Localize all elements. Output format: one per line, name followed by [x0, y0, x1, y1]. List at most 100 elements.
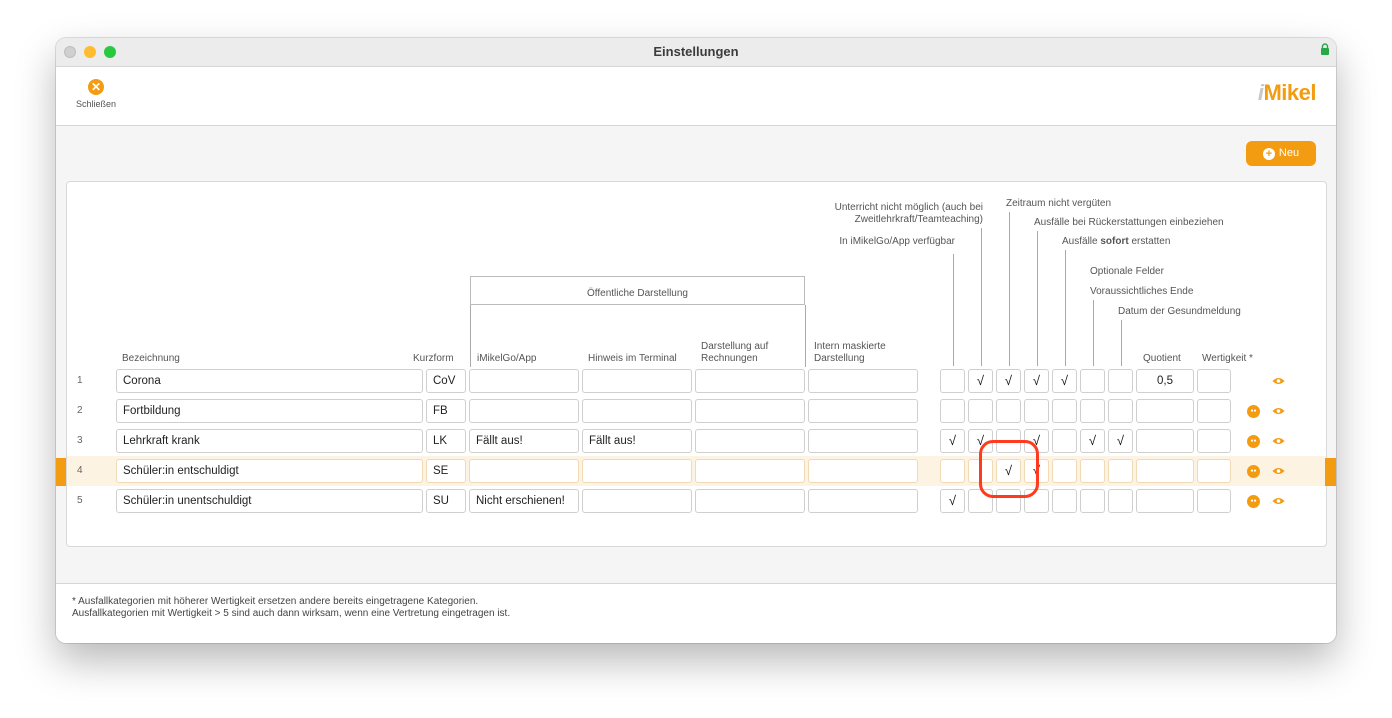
checkbox-sofort-erstatten[interactable] — [1052, 489, 1077, 513]
header-bezeichnung: Bezeichnung — [122, 353, 180, 364]
checkbox-app-available[interactable]: √ — [940, 429, 965, 453]
intern-field[interactable] — [808, 369, 918, 393]
rechnung-field[interactable] — [695, 459, 805, 483]
new-button-label: Neu — [1278, 147, 1300, 159]
header-rechnungen-1: Darstellung auf — [701, 341, 769, 352]
name-field[interactable]: Lehrkraft krank — [116, 429, 423, 453]
quotient-field[interactable]: 0,5 — [1136, 369, 1194, 393]
rechnung-field[interactable] — [695, 399, 805, 423]
checkbox-datum-gesundmeldung[interactable]: √ — [1108, 429, 1133, 453]
intern-field[interactable] — [808, 489, 918, 513]
checkbox-datum-gesundmeldung[interactable] — [1108, 399, 1133, 423]
kurzform-field[interactable]: CoV — [426, 369, 466, 393]
hinweis-field[interactable] — [582, 459, 692, 483]
table-row[interactable]: 1 Corona CoV √ √ √ √ 0,5 — [67, 366, 1326, 396]
header-col-sofort: Ausfälle sofort erstatten — [1062, 236, 1171, 247]
checkbox-sofort-erstatten[interactable] — [1052, 399, 1077, 423]
categories-panel: Öffentliche Darstellung Bezeichnung Kurz… — [66, 181, 1327, 547]
checkbox-rueckerstattungen[interactable]: √ — [1024, 369, 1049, 393]
wertigkeit-field[interactable] — [1197, 429, 1231, 453]
rechnung-field[interactable] — [695, 369, 805, 393]
name-field[interactable]: Schüler:in unentschuldigt — [116, 489, 423, 513]
checkbox-voraussichtliches-ende[interactable] — [1080, 489, 1105, 513]
imikelgo-field[interactable]: Fällt aus! — [469, 429, 579, 453]
header-intern-2: Darstellung — [814, 353, 865, 364]
window-title: Einstellungen — [653, 44, 739, 59]
table-row[interactable]: 3 Lehrkraft krank LK Fällt aus! Fällt aus! √ √… — [67, 426, 1326, 456]
checkbox-voraussichtliches-ende[interactable] — [1080, 459, 1105, 483]
quotient-field[interactable] — [1136, 459, 1194, 483]
checkbox-unterricht-nicht-moeglich[interactable]: √ — [968, 369, 993, 393]
header-col-ende: Voraussichtliches Ende — [1090, 286, 1194, 297]
checkbox-sofort-erstatten[interactable] — [1052, 429, 1077, 453]
header-col-app: In iMikelGo/App verfügbar — [839, 236, 955, 247]
group-icon[interactable]: ●● — [1247, 495, 1260, 508]
imikelgo-field[interactable] — [469, 369, 579, 393]
group-icon[interactable]: ●● — [1247, 465, 1260, 478]
table-row[interactable]: 4 Schüler:in entschuldigt SE √ √ ●● — [67, 456, 1326, 486]
checkbox-datum-gesundmeldung[interactable] — [1108, 459, 1133, 483]
quotient-field[interactable] — [1136, 399, 1194, 423]
kurzform-field[interactable]: LK — [426, 429, 466, 453]
header-quotient: Quotient — [1143, 353, 1181, 364]
kurzform-field[interactable]: SU — [426, 489, 466, 513]
checkbox-voraussichtliches-ende[interactable] — [1080, 399, 1105, 423]
wertigkeit-field[interactable] — [1197, 399, 1231, 423]
eye-icon[interactable] — [1272, 406, 1285, 416]
quotient-field[interactable] — [1136, 489, 1194, 513]
hinweis-field[interactable] — [582, 369, 692, 393]
row-number: 1 — [77, 375, 83, 386]
checkbox-datum-gesundmeldung[interactable] — [1108, 369, 1133, 393]
rechnung-field[interactable] — [695, 489, 805, 513]
checkbox-rueckerstattungen[interactable] — [1024, 399, 1049, 423]
imikelgo-field[interactable] — [469, 399, 579, 423]
eye-icon[interactable] — [1272, 466, 1285, 476]
name-field[interactable]: Fortbildung — [116, 399, 423, 423]
wertigkeit-field[interactable] — [1197, 369, 1231, 393]
hinweis-field[interactable] — [582, 489, 692, 513]
imikel-logo: iMikel — [1257, 80, 1317, 105]
quotient-field[interactable] — [1136, 429, 1194, 453]
eye-icon[interactable] — [1272, 496, 1285, 506]
checkbox-app-available[interactable] — [940, 459, 965, 483]
wertigkeit-field[interactable] — [1197, 489, 1231, 513]
intern-field[interactable] — [808, 459, 918, 483]
checkbox-unterricht-nicht-moeglich[interactable] — [968, 399, 993, 423]
checkbox-app-available[interactable]: √ — [940, 489, 965, 513]
group-icon[interactable]: ●● — [1247, 435, 1260, 448]
rechnung-field[interactable] — [695, 429, 805, 453]
checkbox-voraussichtliches-ende[interactable] — [1080, 369, 1105, 393]
header-oeffentliche: Öffentliche Darstellung — [587, 288, 688, 299]
row-number: 3 — [77, 435, 83, 446]
checkbox-zeitraum-nicht-verguten[interactable]: √ — [996, 369, 1021, 393]
checkbox-datum-gesundmeldung[interactable] — [1108, 489, 1133, 513]
intern-field[interactable] — [808, 429, 918, 453]
table-row[interactable]: 5 Schüler:in unentschuldigt SU Nicht erschi… — [67, 486, 1326, 516]
close-button[interactable]: ✕ Schließen — [70, 79, 122, 115]
checkbox-sofort-erstatten[interactable]: √ — [1052, 369, 1077, 393]
eye-icon[interactable] — [1272, 376, 1285, 386]
imikelgo-field[interactable] — [469, 459, 579, 483]
imikelgo-field[interactable]: Nicht erschienen! — [469, 489, 579, 513]
checkbox-app-available[interactable] — [940, 369, 965, 393]
hinweis-field[interactable]: Fällt aus! — [582, 429, 692, 453]
name-field[interactable]: Corona — [116, 369, 423, 393]
name-field[interactable]: Schüler:in entschuldigt — [116, 459, 423, 483]
checkbox-voraussichtliches-ende[interactable]: √ — [1080, 429, 1105, 453]
eye-icon[interactable] — [1272, 436, 1285, 446]
hinweis-field[interactable] — [582, 399, 692, 423]
header-imikelgo: iMikelGo/App — [477, 353, 537, 364]
table-row[interactable]: 2 Fortbildung FB ●● — [67, 396, 1326, 426]
checkbox-sofort-erstatten[interactable] — [1052, 459, 1077, 483]
group-icon[interactable]: ●● — [1247, 405, 1260, 418]
checkbox-zeitraum-nicht-verguten[interactable] — [996, 399, 1021, 423]
kurzform-field[interactable]: SE — [426, 459, 466, 483]
intern-field[interactable] — [808, 399, 918, 423]
leader-line — [1009, 212, 1010, 366]
leader-line — [1065, 250, 1066, 366]
kurzform-field[interactable]: FB — [426, 399, 466, 423]
new-button[interactable]: + Neu — [1246, 141, 1316, 166]
wertigkeit-field[interactable] — [1197, 459, 1231, 483]
checkbox-app-available[interactable] — [940, 399, 965, 423]
footer-note-1: * Ausfallkategorien mit höherer Wertigke… — [72, 596, 479, 607]
